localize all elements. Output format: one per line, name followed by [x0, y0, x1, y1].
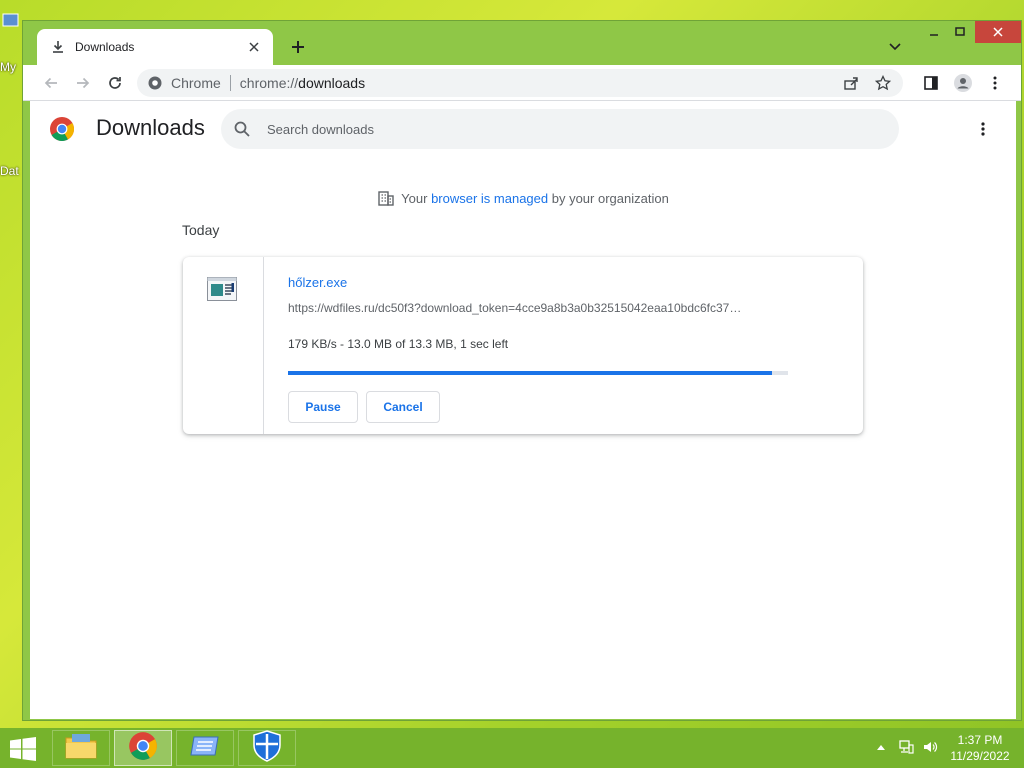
- managed-notice: Your browser is managed by your organiza…: [30, 189, 1016, 207]
- download-status: 179 KB/s - 13.0 MB of 13.3 MB, 1 sec lef…: [288, 337, 509, 351]
- date-header: Today: [182, 222, 220, 238]
- bookmark-star-icon[interactable]: [871, 71, 895, 95]
- browser-window: Downloads Chrome chrome://downloads Down…: [22, 20, 1022, 721]
- building-icon: [377, 189, 395, 207]
- side-panel-icon[interactable]: [919, 71, 943, 95]
- url-scheme: chrome://: [239, 75, 299, 91]
- executable-file-icon: [206, 275, 238, 303]
- system-clock[interactable]: 1:37 PM 11/29/2022: [940, 732, 1020, 764]
- search-downloads-input[interactable]: [267, 121, 827, 137]
- address-chip: Chrome: [171, 75, 221, 91]
- file-name-link[interactable]: hőlzer.exe: [288, 275, 347, 290]
- shield-icon: [252, 729, 282, 767]
- desktop-icon-label: Dat: [0, 164, 19, 178]
- download-item-card: hőlzer.exe https://wdfiles.ru/dc50f3?dow…: [183, 257, 863, 434]
- chrome-site-icon: [147, 75, 163, 91]
- search-bar: [221, 109, 899, 149]
- desktop-icon-label: My: [0, 60, 16, 74]
- browser-menu-icon[interactable]: [983, 71, 1007, 95]
- downloads-header: Downloads: [30, 101, 1016, 157]
- search-icon[interactable]: [233, 120, 251, 138]
- taskbar-disk-utility[interactable]: [176, 730, 234, 766]
- file-icon-column: [183, 257, 264, 434]
- minimize-button[interactable]: [923, 21, 945, 43]
- new-tab-button[interactable]: [287, 36, 309, 58]
- desktop-icon[interactable]: [2, 12, 20, 30]
- managed-suffix: by your organization: [548, 191, 669, 206]
- more-actions-icon[interactable]: [972, 118, 994, 140]
- url-text: chrome://downloads: [240, 75, 839, 91]
- pause-button[interactable]: Pause: [288, 391, 358, 423]
- download-progress-bar: [288, 371, 788, 375]
- address-separator: [229, 75, 231, 91]
- clock-time: 1:37 PM: [957, 733, 1003, 747]
- tab-search-chevron-icon[interactable]: [885, 37, 905, 57]
- chrome-icon: [128, 731, 158, 766]
- managed-link[interactable]: browser is managed: [431, 191, 548, 206]
- taskbar: 1:37 PM 11/29/2022: [0, 728, 1024, 768]
- taskbar-windows-defender[interactable]: [238, 729, 296, 767]
- volume-icon[interactable]: [920, 736, 940, 758]
- maximize-button[interactable]: [949, 21, 971, 43]
- cancel-button[interactable]: Cancel: [366, 391, 440, 423]
- profile-avatar-icon[interactable]: [951, 71, 975, 95]
- page-title: Downloads: [96, 115, 205, 140]
- disk-utility-icon: [189, 733, 221, 764]
- clock-date: 11/29/2022: [950, 749, 1010, 763]
- reload-button[interactable]: [103, 71, 127, 95]
- forward-button[interactable]: [71, 71, 95, 95]
- back-button[interactable]: [39, 71, 63, 95]
- browser-toolbar: Chrome chrome://downloads: [23, 65, 1021, 101]
- show-hidden-icons-button[interactable]: [874, 736, 888, 758]
- taskbar-chrome[interactable]: [114, 730, 172, 766]
- managed-prefix: Your: [401, 191, 432, 206]
- taskbar-file-explorer[interactable]: [52, 730, 110, 766]
- close-window-button[interactable]: [975, 21, 1021, 43]
- start-button[interactable]: [4, 734, 42, 764]
- close-tab-icon[interactable]: [245, 38, 263, 56]
- tab-downloads[interactable]: Downloads: [37, 29, 273, 65]
- network-icon[interactable]: [896, 736, 916, 758]
- downloads-page: Downloads Your browser is managed by you…: [30, 101, 1016, 719]
- title-bar: Downloads: [23, 21, 1021, 65]
- chrome-logo-icon: [49, 116, 75, 142]
- tab-title: Downloads: [75, 40, 135, 54]
- url-path: downloads: [298, 75, 366, 91]
- download-progress-fill: [288, 371, 772, 375]
- share-icon[interactable]: [839, 71, 863, 95]
- file-source-url[interactable]: https://wdfiles.ru/dc50f3?download_token…: [288, 301, 741, 315]
- folder-icon: [64, 732, 98, 765]
- download-icon: [51, 40, 65, 54]
- address-bar[interactable]: Chrome chrome://downloads: [137, 69, 903, 97]
